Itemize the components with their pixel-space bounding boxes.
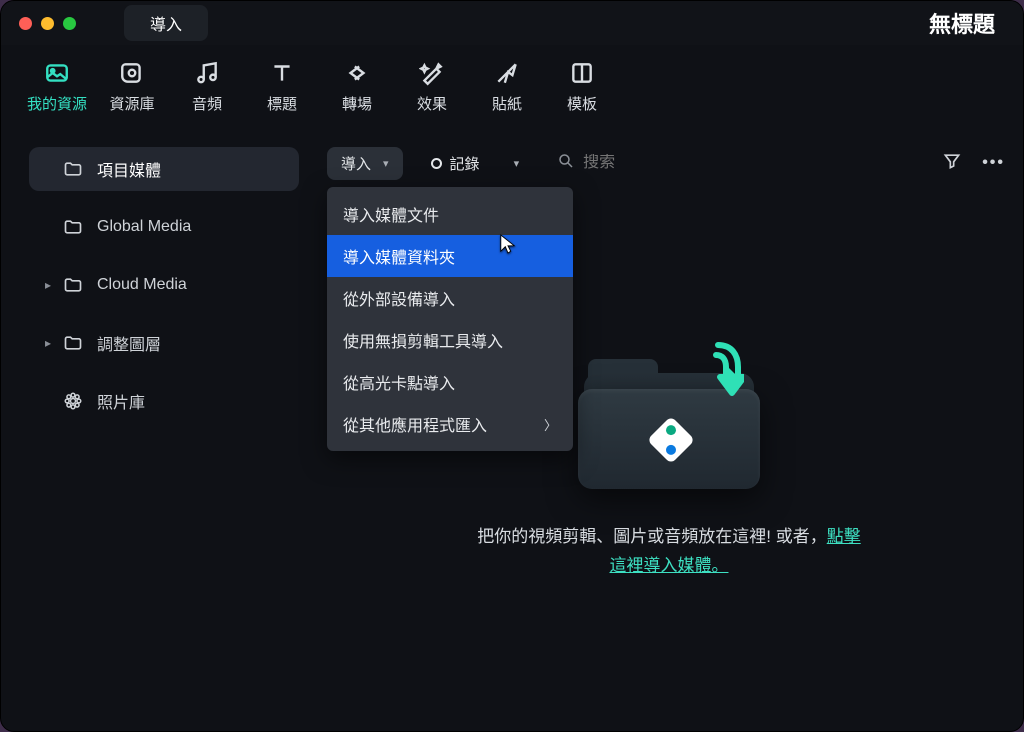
tab-label: 效果 (417, 93, 447, 114)
import-here-link[interactable]: 點擊 (827, 527, 861, 546)
sidebar-item-label: 調整圖層 (97, 331, 161, 355)
photos-library-icon (63, 391, 83, 411)
tab-label: 音頻 (192, 93, 222, 114)
folder-icon (63, 159, 83, 179)
window-controls (19, 17, 76, 30)
titles-icon (268, 59, 296, 87)
top-tab-row: 我的資源 資源庫 音頻 標題 轉場 效果 貼紙 模板 (1, 45, 1023, 124)
tab-label: 資源庫 (110, 93, 155, 114)
more-icon[interactable]: ••• (982, 154, 1005, 172)
sidebar-item-photos[interactable]: 照片庫 (29, 379, 299, 423)
tab-templates[interactable]: 模板 (552, 59, 612, 114)
menu-item-label: 從其他應用程式匯入 (343, 412, 487, 436)
import-menu-item[interactable]: 導入媒體資料夾 (327, 235, 573, 277)
import-menu: 導入媒體文件導入媒體資料夾從外部設備導入使用無損剪輯工具導入從高光卡點導入從其他… (327, 187, 573, 451)
empty-line1: 把你的視頻剪輯、圖片或音頻放在這裡! 或者， (477, 527, 826, 546)
search-input[interactable] (583, 154, 683, 172)
sidebar-item-cloud-media[interactable]: ▸ Cloud Media (29, 263, 299, 307)
menu-item-label: 導入媒體資料夾 (343, 244, 455, 268)
empty-media-illustration (574, 345, 764, 495)
audio-icon (193, 59, 221, 87)
mouse-cursor-icon (499, 233, 517, 260)
import-menu-item[interactable]: 從高光卡點導入 (327, 361, 573, 403)
body-split: 項目媒體 Global Media ▸ Cloud Media ▸ 調整圖層照片庫 導入 … (1, 135, 1023, 731)
record-dropdown-button[interactable]: 記錄 ▾ (417, 147, 534, 180)
close-window-button[interactable] (19, 17, 32, 30)
search-icon (557, 152, 575, 175)
folder-icon (63, 275, 83, 295)
sidebar-item-label: 項目媒體 (97, 157, 161, 181)
import-menu-item[interactable]: 從其他應用程式匯入 〉 (327, 403, 573, 445)
tab-stickers[interactable]: 貼紙 (477, 59, 537, 114)
chevron-down-icon: ▾ (514, 157, 520, 170)
import-here-link[interactable]: 這裡導入媒體。 (609, 556, 728, 575)
tab-label: 模板 (567, 93, 597, 114)
titlebar: 導入 無標題 (1, 1, 1023, 45)
sidebar-item-adjustment[interactable]: ▸ 調整圖層 (29, 321, 299, 365)
sidebar-item-global-media[interactable]: Global Media (29, 205, 299, 249)
sidebar-item-label: Cloud Media (97, 276, 187, 294)
import-menu-item[interactable]: 使用無損剪輯工具導入 (327, 319, 573, 361)
project-title: 無標題 (929, 7, 995, 39)
titlebar-tab-import[interactable]: 導入 (124, 5, 208, 41)
menu-item-label: 導入媒體文件 (343, 202, 439, 226)
menu-item-label: 從高光卡點導入 (343, 370, 455, 394)
expand-triangle-icon[interactable]: ▸ (43, 336, 53, 350)
record-icon (431, 158, 442, 169)
filter-icon[interactable] (942, 151, 962, 176)
tab-library[interactable]: 資源庫 (102, 59, 162, 114)
search-field[interactable] (557, 152, 928, 175)
transitions-icon (343, 59, 371, 87)
tab-label: 我的資源 (27, 93, 87, 114)
sidebar-item-project-media[interactable]: 項目媒體 (29, 147, 299, 191)
chevron-down-icon: ▾ (383, 157, 389, 170)
stickers-icon (493, 59, 521, 87)
import-menu-item[interactable]: 導入媒體文件 (327, 193, 573, 235)
menu-item-label: 從外部設備導入 (343, 286, 455, 310)
library-icon (118, 59, 146, 87)
import-dropdown-button[interactable]: 導入 ▾ (327, 147, 403, 180)
tab-titles[interactable]: 標題 (252, 59, 312, 114)
import-dropdown-label: 導入 (341, 153, 371, 174)
tab-label: 轉場 (342, 93, 372, 114)
minimize-window-button[interactable] (41, 17, 54, 30)
main-toolbar: 導入 ▾ 記錄 ▾ ••• (327, 141, 1005, 185)
folder-icon (63, 217, 83, 237)
sidebar-item-label: 照片庫 (97, 389, 145, 413)
app-window: 導入 無標題 我的資源 資源庫 音頻 標題 轉場 效果 貼紙 模板 項目媒體 Global Me… (0, 0, 1024, 732)
expand-triangle-icon[interactable]: ▸ (43, 278, 53, 292)
tab-label: 標題 (267, 93, 297, 114)
empty-state-text: 把你的視頻剪輯、圖片或音頻放在這裡! 或者，點擊 這裡導入媒體。 (477, 523, 860, 581)
templates-icon (568, 59, 596, 87)
tab-label: 貼紙 (492, 93, 522, 114)
maximize-window-button[interactable] (63, 17, 76, 30)
tab-audio[interactable]: 音頻 (177, 59, 237, 114)
tab-effects[interactable]: 效果 (402, 59, 462, 114)
main-panel: 導入 ▾ 記錄 ▾ ••• (315, 135, 1023, 731)
sidebar-item-label: Global Media (97, 218, 191, 236)
sidebar: 項目媒體 Global Media ▸ Cloud Media ▸ 調整圖層照片庫 (1, 135, 315, 731)
menu-item-label: 使用無損剪輯工具導入 (343, 328, 503, 352)
import-menu-item[interactable]: 從外部設備導入 (327, 277, 573, 319)
tab-transitions[interactable]: 轉場 (327, 59, 387, 114)
effects-icon (418, 59, 446, 87)
submenu-arrow-icon: 〉 (544, 415, 557, 434)
tab-my-resources[interactable]: 我的資源 (27, 59, 87, 114)
record-dropdown-label: 記錄 (450, 153, 480, 174)
my-resources-icon (43, 59, 71, 87)
folder-icon (63, 333, 83, 353)
